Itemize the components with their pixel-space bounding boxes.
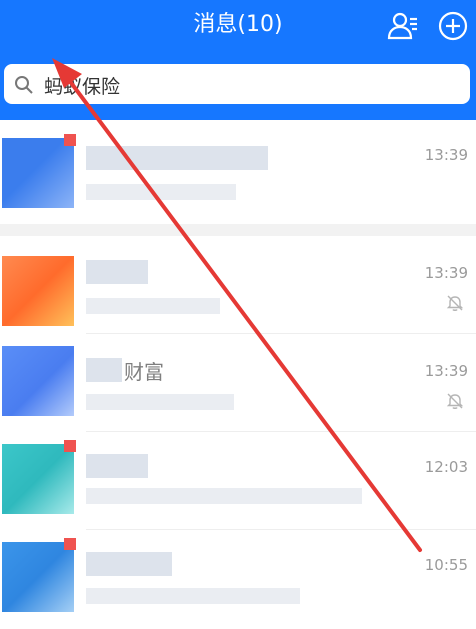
conversation-name xyxy=(86,552,172,576)
avatar xyxy=(2,440,76,514)
unread-dot xyxy=(64,440,76,452)
avatar xyxy=(2,346,74,416)
unread-dot xyxy=(64,538,76,550)
conversation-name xyxy=(86,358,122,382)
conversation-preview xyxy=(86,488,362,504)
search-query: 蚂蚁保险 xyxy=(44,76,121,98)
plus-circle-icon[interactable] xyxy=(436,9,470,43)
section-separator xyxy=(0,224,476,236)
conversation-item[interactable]: 12:03 xyxy=(0,432,476,530)
conversation-preview xyxy=(86,588,300,604)
conversation-name-text: 财富 xyxy=(124,360,164,384)
top-bar: 消息(10) 蚂蚁保险 xyxy=(0,0,476,120)
conversation-name xyxy=(86,146,268,170)
avatar xyxy=(2,256,74,326)
conversation-time: 13:39 xyxy=(424,146,468,164)
conversation-preview xyxy=(86,184,236,200)
add-contact-icon[interactable] xyxy=(386,9,420,43)
avatar xyxy=(2,538,76,612)
bell-muted-icon xyxy=(446,392,464,414)
conversation-time: 13:39 xyxy=(424,264,468,282)
avatar xyxy=(2,134,76,208)
conversation-time: 13:39 xyxy=(424,362,468,380)
conversation-name xyxy=(86,260,148,284)
conversation-item[interactable]: 财富 13:39 xyxy=(0,334,476,432)
conversation-item[interactable]: 13:39 xyxy=(0,120,476,224)
conversation-time: 10:55 xyxy=(424,556,468,574)
conversation-time: 12:03 xyxy=(424,458,468,476)
search-icon xyxy=(14,75,34,99)
bell-muted-icon xyxy=(446,294,464,316)
conversation-preview xyxy=(86,394,234,410)
conversation-item[interactable]: 10:55 xyxy=(0,530,476,629)
search-input[interactable]: 蚂蚁保险 xyxy=(4,64,470,104)
unread-dot xyxy=(64,134,76,146)
conversation-item[interactable]: 13:39 xyxy=(0,236,476,334)
conversation-name xyxy=(86,454,148,478)
conversation-preview xyxy=(86,298,220,314)
